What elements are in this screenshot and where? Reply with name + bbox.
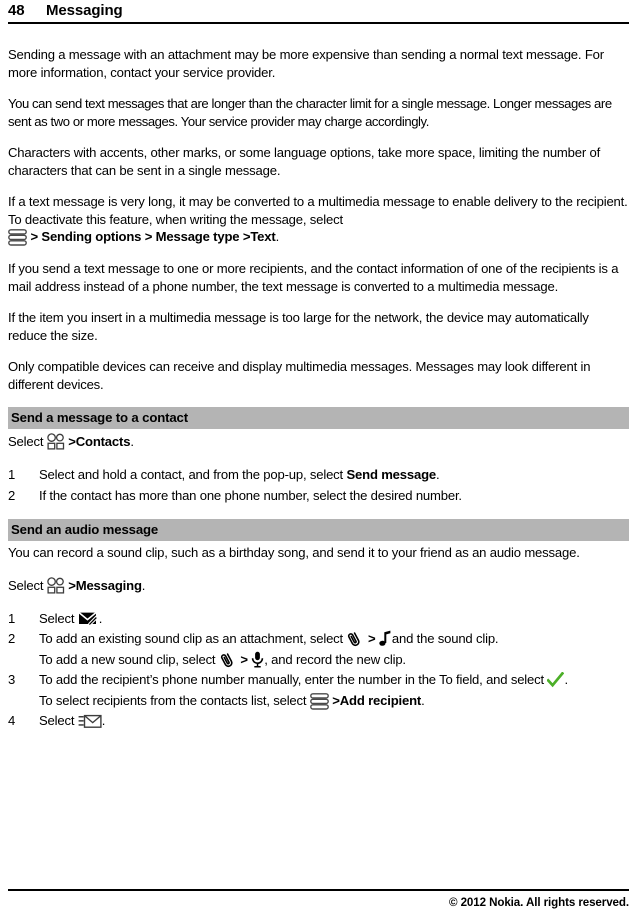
- section-heading-send-audio: Send an audio message: [8, 519, 629, 541]
- chapter-title: Messaging: [46, 2, 123, 19]
- step-text-part: To select recipients from the contacts l…: [39, 692, 307, 708]
- paragraph-mail-address: If you send a text message to one or mor…: [8, 261, 619, 294]
- select-label: Select: [39, 610, 75, 626]
- manual-page: 48 Messaging Sending a message with an a…: [0, 0, 637, 917]
- step-text: To add an existing sound clip as an atta…: [39, 629, 629, 669]
- list-item: 3 To add the recipient’s phone number ma…: [8, 670, 629, 710]
- contact-steps-list: 1 Select and hold a contact, and from th…: [8, 465, 629, 505]
- select-label: Select: [8, 434, 44, 449]
- step-number: 4: [8, 713, 16, 728]
- step-text-part: To add a new sound clip, select: [39, 651, 216, 667]
- step-text-end: .: [421, 692, 425, 708]
- step-text-end: .: [101, 713, 106, 728]
- path-separator: >: [367, 631, 376, 646]
- step-text: Select .: [39, 609, 629, 629]
- copyright-notice: © 2012 Nokia. All rights reserved.: [449, 896, 629, 909]
- step-text: To add the recipient’s phone number manu…: [39, 670, 629, 710]
- paragraph-accents: Characters with accents, other marks, or…: [8, 145, 601, 178]
- options-menu-icon[interactable]: [309, 692, 329, 710]
- menu-path-messaging: Messaging: [75, 577, 142, 593]
- path-separator: >: [240, 651, 248, 667]
- paragraph-attachment-cost: Sending a message with an attachment may…: [8, 47, 604, 80]
- step-number: 2: [8, 487, 16, 503]
- list-item: 2 If the contact has more than one phone…: [8, 486, 629, 506]
- path-separator: >: [68, 434, 76, 449]
- step-text: If the contact has more than one phone n…: [39, 487, 462, 503]
- microphone-icon[interactable]: [251, 651, 264, 668]
- menu-path-message-type: Message type: [155, 229, 240, 244]
- step-text-end: .: [564, 672, 568, 687]
- paperclip-icon[interactable]: [219, 652, 237, 668]
- paragraph-compatible-devices: Only compatible devices can receive and …: [8, 359, 591, 392]
- app-menu-icon[interactable]: [47, 576, 65, 594]
- paperclip-icon[interactable]: [346, 631, 364, 647]
- paragraph-audio-intro: You can record a sound clip, such as a b…: [8, 545, 580, 560]
- step-number: 1: [8, 467, 16, 482]
- paragraph-convert-multimedia: If a text message is very long, it may b…: [8, 193, 629, 246]
- audio-steps-list: 1 Select . 2 To add an existing sound cl…: [8, 609, 629, 731]
- paragraph-convert-multimedia-period: .: [275, 229, 280, 244]
- step-number: 1: [8, 610, 16, 626]
- new-message-icon[interactable]: [78, 611, 99, 627]
- step-text: Select .: [39, 711, 629, 731]
- send-envelope-icon[interactable]: [78, 713, 102, 729]
- step-substep: To select recipients from the contacts l…: [39, 691, 629, 711]
- path-separator: >: [68, 577, 76, 593]
- step-text-bold: Send message: [346, 467, 437, 482]
- page-header: 48 Messaging: [8, 0, 629, 24]
- step-number: 3: [8, 672, 16, 687]
- menu-path-add-recipient: Add recipient: [339, 692, 422, 708]
- list-item: 2 To add an existing sound clip as an at…: [8, 629, 629, 669]
- options-menu-icon[interactable]: [8, 229, 27, 246]
- step-text-end: .: [436, 467, 440, 482]
- select-label: Select: [8, 577, 44, 593]
- list-item: 1 Select and hold a contact, and from th…: [8, 465, 629, 485]
- page-number: 48: [8, 2, 25, 19]
- paragraph-item-too-large: If the item you insert in a multimedia m…: [8, 310, 589, 343]
- app-menu-icon[interactable]: [47, 433, 65, 450]
- step-text-part: To add an existing sound clip as an atta…: [39, 631, 343, 646]
- step-number: 2: [8, 631, 16, 646]
- contact-select-path-period: .: [130, 434, 134, 449]
- path-separator: >: [332, 692, 340, 708]
- path-separator: >: [144, 229, 153, 244]
- audio-select-path-period: .: [141, 577, 146, 593]
- list-item: 1 Select .: [8, 609, 629, 629]
- contact-select-path: Select >Contacts.: [8, 432, 629, 451]
- menu-path-sending-options: Sending options: [41, 229, 142, 244]
- list-item: 4 Select .: [8, 711, 629, 731]
- step-text-end: .: [98, 610, 103, 626]
- green-check-icon[interactable]: [547, 672, 565, 688]
- path-separator: >: [30, 229, 38, 244]
- step-text: Select and hold a contact, and from the …: [39, 465, 629, 485]
- select-label: Select: [39, 713, 75, 728]
- music-note-icon[interactable]: [379, 630, 392, 647]
- menu-path-contacts: Contacts: [75, 434, 131, 449]
- paragraph-convert-multimedia-text: If a text message is very long, it may b…: [8, 194, 628, 227]
- section-heading-send-to-contact: Send a message to a contact: [8, 407, 629, 429]
- audio-select-path: Select >Messaging.: [8, 576, 629, 595]
- menu-path-text: Text: [250, 229, 276, 244]
- step-text-part: Select and hold a contact, and from the …: [39, 467, 347, 482]
- step-text-part: To add the recipient’s phone number manu…: [39, 672, 544, 687]
- step-text-end: and the sound clip.: [391, 631, 499, 646]
- page-footer: © 2012 Nokia. All rights reserved.: [8, 889, 629, 909]
- paragraph-long-messages: You can send text messages that are long…: [8, 96, 612, 129]
- step-substep: To add a new sound clip, select > , and …: [39, 650, 629, 670]
- step-text-end: , and record the new clip.: [264, 651, 406, 667]
